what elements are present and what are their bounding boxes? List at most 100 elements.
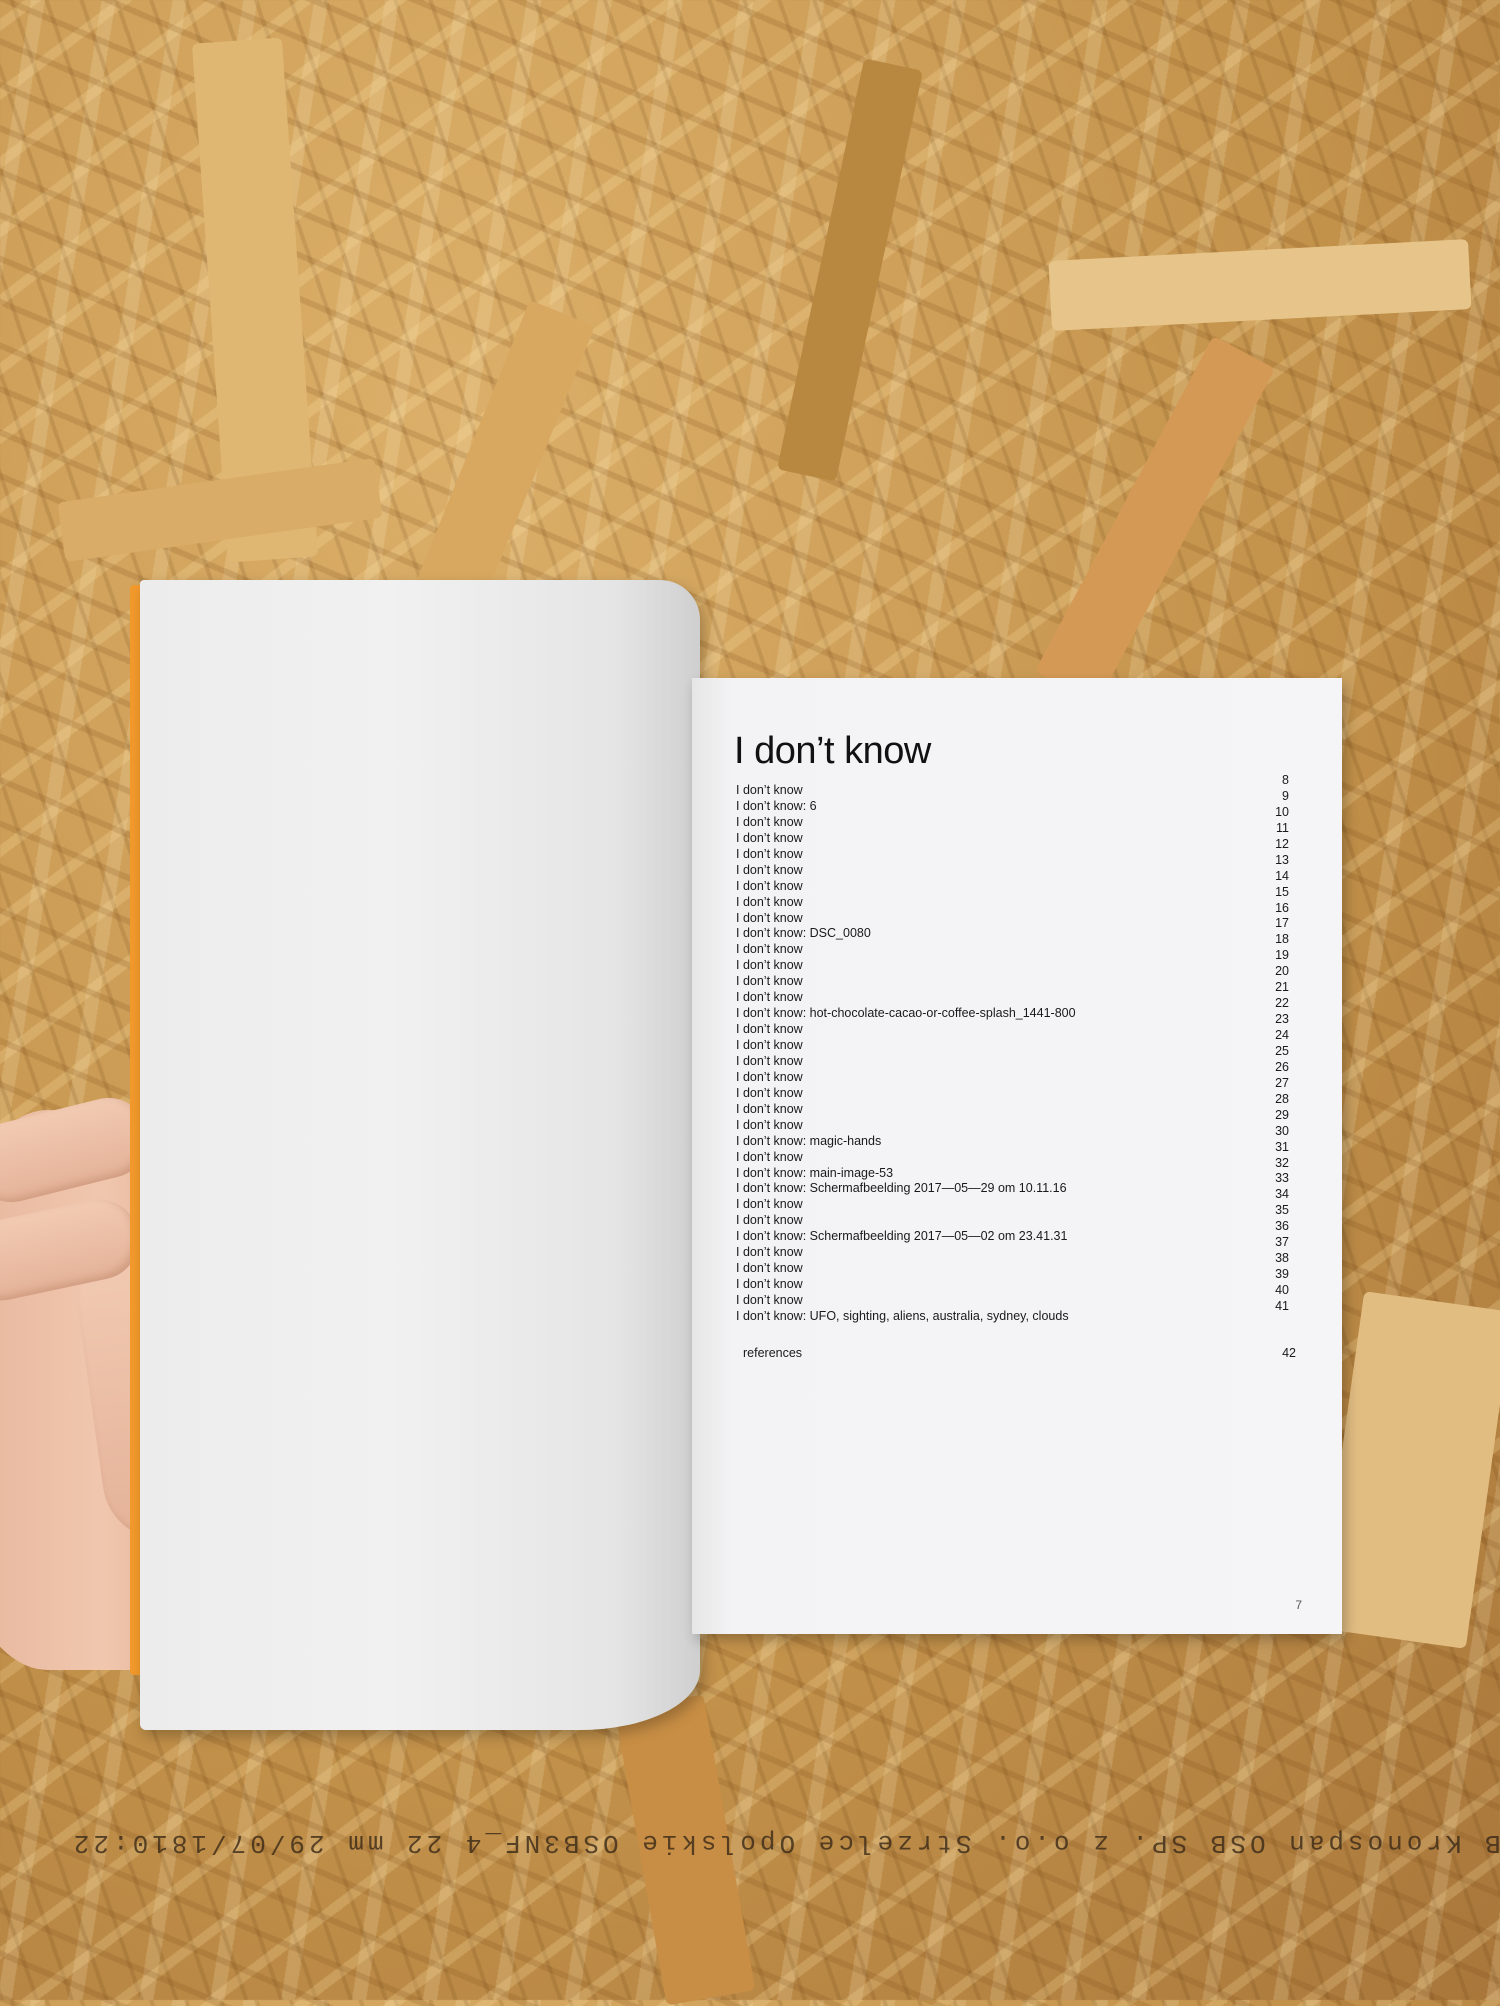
contents-entry-page: 36 xyxy=(1275,1219,1289,1234)
contents-entry-label: I don’t know xyxy=(736,1245,803,1260)
contents-entry-page: 8 xyxy=(1282,773,1289,787)
contents-entry-page: 39 xyxy=(1275,1267,1289,1282)
contents-entry-page: 24 xyxy=(1275,1028,1289,1042)
contents-entry: I don’t know 37 xyxy=(736,1235,1289,1260)
contents-entry: I don’t know 29 xyxy=(736,1108,1289,1133)
contents-entry-page: 16 xyxy=(1275,900,1289,915)
contents-entry-page: 33 xyxy=(1275,1171,1289,1186)
contents-entry-page: 20 xyxy=(1275,964,1289,979)
right-page-contents[interactable]: I don’t know I don’t know 8 I don’t know: … xyxy=(692,678,1342,1634)
contents-entry: I don’t know: hot-chocolate-cacao-or-cof… xyxy=(736,996,1289,1021)
contents-entry: I don’t know 15 xyxy=(736,885,1289,910)
contents-entry: I don’t know 28 xyxy=(736,1092,1289,1117)
contents-entry-label: I don’t know xyxy=(736,783,803,797)
contents-entry-label: I don’t know: Schermafbeelding 2017—05—0… xyxy=(736,1229,1068,1244)
contents-entry-page: 26 xyxy=(1275,1059,1289,1074)
contents-entry: I don’t know 20 xyxy=(736,964,1289,989)
contents-entry-label: I don’t know: hot-chocolate-cacao-or-cof… xyxy=(736,1006,1076,1021)
contents-entry-label: I don’t know xyxy=(736,814,803,829)
contents-entry-page: 37 xyxy=(1275,1235,1289,1250)
contents-entry: I don’t know: DSC_0080 17 xyxy=(736,916,1289,941)
contents-entry-label: I don’t know: 6 xyxy=(736,798,817,813)
contents-entry-page: 40 xyxy=(1275,1283,1289,1297)
contents-entry-page: 21 xyxy=(1275,980,1289,995)
contents-entry-label: I don’t know: DSC_0080 xyxy=(736,926,871,941)
contents-entry-label: I don’t know xyxy=(736,1149,803,1164)
page-number: 7 xyxy=(1295,1598,1302,1612)
wood-chip xyxy=(776,58,924,482)
contents-entry-page: 29 xyxy=(1275,1107,1289,1122)
board-stamp: OSB Kronospan OSB SP. z o.o. Strzelce Op… xyxy=(69,1828,1500,1858)
contents-entry-label: I don’t know xyxy=(736,1197,803,1212)
contents-entry-page: 12 xyxy=(1275,836,1289,851)
contents-entry-label: I don’t know xyxy=(736,1277,803,1292)
contents-entry: I don’t know 34 xyxy=(736,1187,1289,1212)
contents-entry-page: 14 xyxy=(1275,868,1289,883)
contents-entry: I don’t know 10 xyxy=(736,805,1289,830)
contents-entry: I don’t know: Schermafbeelding 2017—05—2… xyxy=(736,1171,1289,1196)
contents-entry-page: 35 xyxy=(1275,1203,1289,1218)
contents-title: I don’t know xyxy=(734,730,931,772)
contents-entry-label: I don’t know xyxy=(736,1085,803,1100)
contents-entry-page: 10 xyxy=(1275,804,1289,819)
contents-entry-page: 30 xyxy=(1275,1123,1289,1138)
contents-entry-label: I don’t know xyxy=(736,878,803,893)
contents-entry: I don’t know 26 xyxy=(736,1060,1289,1085)
contents-entry-page: 9 xyxy=(1282,788,1289,803)
contents-entry-label: I don’t know: magic-hands xyxy=(736,1133,882,1148)
contents-entry: I don’t know: UFO, sighting, aliens, aus… xyxy=(736,1299,1289,1324)
contents-entry-label: I don’t know: main-image-53 xyxy=(736,1165,894,1180)
contents-entry-page: 22 xyxy=(1275,996,1289,1011)
contents-entry-label: I don’t know xyxy=(736,1213,803,1228)
contents-entry: I don’t know: magic-hands 30 xyxy=(736,1124,1289,1149)
contents-entry-page: 28 xyxy=(1275,1091,1289,1106)
contents-entry: I don’t know 19 xyxy=(736,948,1289,973)
references-label: references xyxy=(743,1346,803,1360)
wood-chip xyxy=(57,458,383,562)
contents-entry-page: 23 xyxy=(1275,1012,1289,1027)
contents-entry: I don’t know 14 xyxy=(736,869,1289,894)
contents-entry: I don’t know: main-image-53 32 xyxy=(736,1156,1289,1181)
contents-entry-label: I don’t know: Schermafbeelding 2017—05—2… xyxy=(736,1181,1067,1196)
contents-entry-label: I don’t know xyxy=(736,1038,803,1052)
contents-entry-label: I don’t know xyxy=(736,974,803,989)
contents-entry: I don’t know 31 xyxy=(736,1140,1289,1165)
contents-entry-label: I don’t know xyxy=(736,846,803,861)
contents-entry-page: 17 xyxy=(1275,916,1289,931)
contents-entry-page: 31 xyxy=(1275,1139,1289,1154)
contents-entry: I don’t know 38 xyxy=(736,1251,1289,1276)
contents-entry-label: I don’t know xyxy=(736,990,803,1005)
contents-entry: I don’t know: 6 9 xyxy=(736,789,1289,814)
wood-chip xyxy=(1317,1291,1500,1649)
contents-entry-label: I don’t know xyxy=(736,942,803,957)
contents-entry: I don’t know 18 xyxy=(736,932,1289,957)
contents-entry-page: 25 xyxy=(1275,1043,1289,1058)
contents-entry-label: I don’t know xyxy=(736,830,803,845)
contents-entry: I don’t know 11 xyxy=(736,821,1289,846)
contents-entry-label: I don’t know xyxy=(736,1022,803,1037)
contents-entry: I don’t know 16 xyxy=(736,901,1289,926)
contents-entry-page: 27 xyxy=(1275,1075,1289,1090)
references-page-number: 42 xyxy=(1282,1346,1296,1360)
contents-entry-page: 38 xyxy=(1275,1251,1289,1266)
wood-chip xyxy=(1048,239,1472,331)
contents-entry-label: I don’t know xyxy=(736,1293,803,1307)
contents-entry: I don’t know 13 xyxy=(736,853,1289,878)
contents-entry: I don’t know 23 xyxy=(736,1012,1289,1037)
contents-entry: I don’t know 40 xyxy=(736,1283,1289,1308)
contents-entry-page: 13 xyxy=(1275,852,1289,867)
contents-entry-label: I don’t know xyxy=(736,1053,803,1068)
contents-entry-page: 15 xyxy=(1275,884,1289,899)
wood-chip xyxy=(1034,335,1276,705)
contents-entry: I don’t know 12 xyxy=(736,837,1289,862)
contents-entry-label: I don’t know xyxy=(736,1117,803,1132)
contents-entry-label: I don’t know xyxy=(736,1101,803,1116)
contents-entry: I don’t know 39 xyxy=(736,1267,1289,1292)
contents-entry-label: I don’t know xyxy=(736,1261,803,1276)
contents-entry-page: 18 xyxy=(1275,932,1289,947)
contents-entry-page: 41 xyxy=(1275,1298,1289,1313)
contents-entry-label: I don’t know xyxy=(736,910,803,925)
contents-entry: I don’t know 35 xyxy=(736,1203,1289,1228)
left-page-blank[interactable] xyxy=(140,580,700,1730)
contents-entry-page: 19 xyxy=(1275,948,1289,963)
